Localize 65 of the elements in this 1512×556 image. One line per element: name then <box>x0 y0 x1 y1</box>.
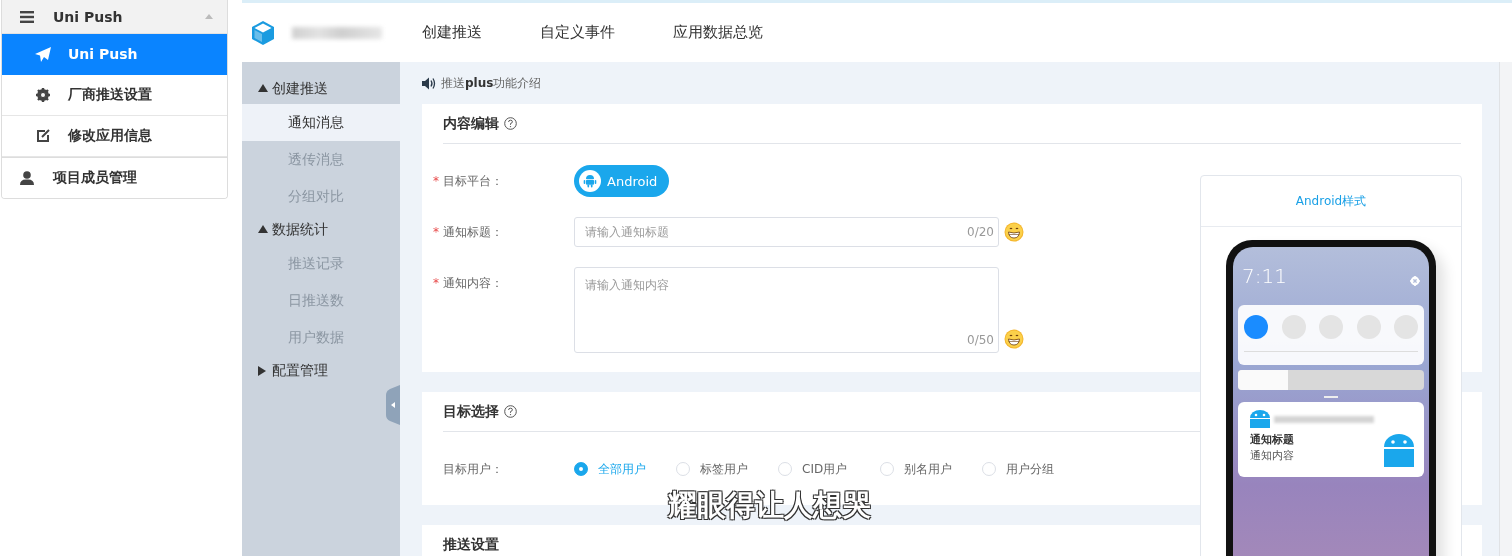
paper-plane-icon <box>35 46 51 62</box>
android-icon <box>579 170 601 192</box>
card-title: 内容编辑 <box>443 114 499 133</box>
menu-item-label: 厂商推送设置 <box>68 86 152 104</box>
radio-label[interactable]: 用户分组 <box>1006 460 1054 478</box>
radio-label[interactable]: 标签用户 <box>700 460 748 478</box>
help-icon <box>504 117 517 130</box>
sub-nav-group[interactable]: 创建推送 <box>242 74 400 104</box>
menu-item-label: Uni Push <box>68 46 138 62</box>
clock-time: 7:11 <box>1242 264 1287 288</box>
card-title: 目标选择 <box>443 402 499 421</box>
character-counter: 0/50 <box>967 333 994 347</box>
nav-tab[interactable]: 应用数据总览 <box>673 23 763 42</box>
required-mark: * <box>433 276 439 290</box>
sub-nav-group-label: 创建推送 <box>272 80 328 98</box>
sub-nav-item[interactable]: 通知消息 <box>242 104 400 141</box>
toggle-icon[interactable] <box>1356 315 1381 339</box>
collapse-handle-icon <box>386 385 400 425</box>
radio-button[interactable] <box>574 462 588 476</box>
user-icon <box>20 171 34 185</box>
handle-bar <box>1324 396 1338 398</box>
radio-label[interactable]: CID用户 <box>802 460 848 478</box>
robot-icon <box>1384 434 1414 467</box>
cube-icon <box>250 19 276 46</box>
radio-label[interactable]: 别名用户 <box>904 460 952 478</box>
feature-intro-link[interactable]: 推送plus功能介绍 <box>441 74 542 92</box>
brightness-slider[interactable] <box>1238 370 1424 390</box>
sub-nav-group-label: 数据统计 <box>272 221 328 239</box>
sub-nav-group[interactable]: 配置管理 <box>242 356 400 386</box>
sub-nav-group[interactable]: 数据统计 <box>242 215 400 245</box>
menu-group-header[interactable]: Uni Push <box>2 0 227 34</box>
field-label: 目标平台： <box>443 173 503 188</box>
notification-title: 通知标题 <box>1250 432 1295 447</box>
menu-group-title: 项目成员管理 <box>53 169 138 187</box>
required-mark: * <box>433 224 439 239</box>
caret-up-icon <box>205 14 213 19</box>
notification-body: 通知内容 <box>1250 448 1295 463</box>
menu-icon <box>20 10 34 23</box>
toggle-icon[interactable] <box>1319 315 1343 339</box>
edit-icon <box>35 129 51 143</box>
nav-tab[interactable]: 创建推送 <box>422 23 482 42</box>
grinning-face-icon <box>1004 222 1024 242</box>
nav-tab[interactable]: 自定义事件 <box>540 23 615 42</box>
grinning-face-icon <box>1004 329 1024 349</box>
menu-group-title: Uni Push <box>53 8 124 25</box>
sub-nav-group-label: 配置管理 <box>272 362 328 380</box>
help-icon <box>504 405 517 418</box>
card-title: 推送设置 <box>443 535 499 554</box>
field-label: 目标用户： <box>443 460 504 478</box>
toggle-icon[interactable] <box>1244 315 1268 339</box>
menu-item-label: 修改应用信息 <box>68 127 152 145</box>
robot-icon <box>1250 410 1270 428</box>
gear-icon <box>35 88 51 102</box>
toggle-icon[interactable] <box>1394 315 1418 339</box>
speaker-icon <box>422 76 436 90</box>
settings-icon <box>1410 276 1420 286</box>
caption-text: 耀眼得让人想哭 <box>668 487 871 524</box>
character-counter: 0/20 <box>967 225 994 239</box>
scrollbar[interactable] <box>1499 62 1512 556</box>
menu-item[interactable]: Uni Push <box>2 34 227 75</box>
field-label: 通知内容： <box>443 276 503 290</box>
menu-group-header[interactable]: 项目成员管理 <box>2 157 227 198</box>
required-mark: * <box>433 173 439 188</box>
field-label: 通知标题： <box>443 224 503 239</box>
toggle-icon[interactable] <box>1281 315 1306 339</box>
